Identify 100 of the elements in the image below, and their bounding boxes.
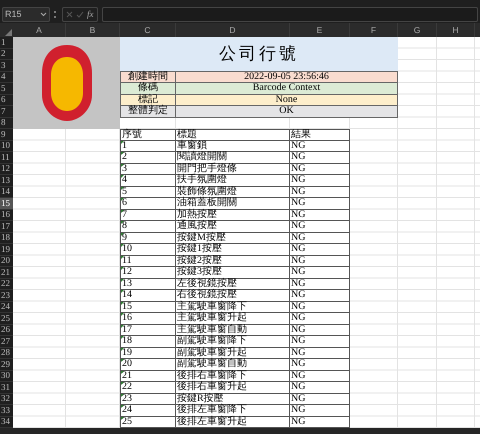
table-cell: 開門把手燈條 xyxy=(176,164,290,175)
table-cell: NG xyxy=(290,382,350,394)
table-cell: NG xyxy=(290,186,350,198)
table-cell: NG xyxy=(290,324,350,336)
row-header[interactable]: 2 xyxy=(0,48,13,60)
table-cell: 通風按壓 xyxy=(176,221,290,232)
table-cell: 12 xyxy=(120,267,176,278)
row-header[interactable]: 21 xyxy=(0,267,13,278)
table-cell: NG xyxy=(290,152,350,164)
row-header[interactable]: 27 xyxy=(0,336,13,348)
info-value: 2022-09-05 23:56:46 xyxy=(176,72,398,83)
table-cell: 副駕駛車窗自動 xyxy=(176,359,290,370)
table-cell: NG xyxy=(290,164,350,175)
row-header[interactable]: 29 xyxy=(0,359,13,370)
table-cell: NG xyxy=(290,221,350,232)
table-cell: 後排左車窗降下 xyxy=(176,405,290,416)
column-heading: 結果 xyxy=(290,129,350,140)
row-header[interactable]: 15 xyxy=(0,198,13,210)
column-heading: 標題 xyxy=(176,129,290,140)
table-cell: 裝飾條氛圍燈 xyxy=(176,186,290,198)
table-cell: 13 xyxy=(120,278,176,290)
table-cell: 右後視鏡按壓 xyxy=(176,290,290,302)
row-header[interactable]: 9 xyxy=(0,129,13,140)
row-header[interactable]: 14 xyxy=(0,186,13,198)
row-header[interactable]: 10 xyxy=(0,140,13,152)
row-header[interactable]: 3 xyxy=(0,60,13,72)
table-cell: 8 xyxy=(120,221,176,232)
table-cell: 9 xyxy=(120,232,176,244)
row-header[interactable]: 33 xyxy=(0,405,13,416)
table-cell: 23 xyxy=(120,394,176,405)
insert-function-button[interactable]: fx xyxy=(87,9,94,19)
row-header[interactable]: 13 xyxy=(0,175,13,186)
table-cell: 副駕駛車窗降下 xyxy=(176,336,290,348)
table-cell: 副駕駛車窗升起 xyxy=(176,348,290,359)
row-header[interactable]: 34 xyxy=(0,416,13,428)
cancel-icon[interactable] xyxy=(66,10,73,18)
table-cell: NG xyxy=(290,359,350,370)
row-header[interactable]: 25 xyxy=(0,313,13,324)
table-cell: 18 xyxy=(120,336,176,348)
table-cell: NG xyxy=(290,370,350,382)
info-value: None xyxy=(176,94,398,106)
row-header[interactable]: 5 xyxy=(0,83,13,94)
row-header[interactable]: 26 xyxy=(0,324,13,336)
table-cell: 11 xyxy=(120,256,176,267)
table-cell: NG xyxy=(290,394,350,405)
info-value: Barcode Context xyxy=(176,83,398,94)
table-cell: NG xyxy=(290,302,350,313)
table-cell: 主駕駛車窗降下 xyxy=(176,302,290,313)
table-cell: 6 xyxy=(120,198,176,210)
formula-input[interactable] xyxy=(102,6,478,22)
table-cell: 17 xyxy=(120,324,176,336)
table-cell: NG xyxy=(290,175,350,186)
table-cell: NG xyxy=(290,210,350,221)
info-label: 條碼 xyxy=(120,83,176,94)
table-cell: 2 xyxy=(120,152,176,164)
table-cell: 5 xyxy=(120,186,176,198)
table-cell: 21 xyxy=(120,370,176,382)
table-cell: 按鍵3按壓 xyxy=(176,267,290,278)
row-header[interactable]: 12 xyxy=(0,164,13,175)
table-cell: 按鍵M按壓 xyxy=(176,232,290,244)
info-label: 創建時間 xyxy=(120,72,176,83)
table-cell: 19 xyxy=(120,348,176,359)
table-cell: 14 xyxy=(120,290,176,302)
table-cell: 25 xyxy=(120,416,176,428)
row-header[interactable]: 17 xyxy=(0,221,13,232)
table-cell: 按鍵R按壓 xyxy=(176,394,290,405)
table-cell: 左後視鏡按壓 xyxy=(176,278,290,290)
name-box[interactable]: R15 xyxy=(2,6,50,22)
row-header[interactable]: 11 xyxy=(0,152,13,164)
row-header[interactable]: 1 xyxy=(0,37,13,48)
info-value: OK xyxy=(176,106,398,118)
column-heading: 序號 xyxy=(120,129,176,140)
row-header[interactable]: 6 xyxy=(0,94,13,106)
row-header[interactable]: 30 xyxy=(0,370,13,382)
row-header[interactable]: 4 xyxy=(0,72,13,83)
table-cell: 油箱蓋板開關 xyxy=(176,198,290,210)
row-header[interactable]: 18 xyxy=(0,232,13,244)
row-header[interactable]: 7 xyxy=(0,106,13,118)
row-header[interactable]: 16 xyxy=(0,210,13,221)
sheet-title: 公司行號 xyxy=(120,37,398,72)
row-header[interactable]: 24 xyxy=(0,302,13,313)
table-cell: 15 xyxy=(120,302,176,313)
table-cell: NG xyxy=(290,348,350,359)
table-cell: NG xyxy=(290,336,350,348)
row-header[interactable]: 28 xyxy=(0,348,13,359)
table-cell: NG xyxy=(290,232,350,244)
caret-icon xyxy=(40,12,47,16)
table-cell: NG xyxy=(290,405,350,416)
row-header[interactable]: 31 xyxy=(0,382,13,394)
table-cell: 3 xyxy=(120,164,176,175)
row-header[interactable]: 8 xyxy=(0,118,13,129)
row-header[interactable]: 22 xyxy=(0,278,13,290)
table-cell: 20 xyxy=(120,359,176,370)
row-header[interactable]: 19 xyxy=(0,244,13,256)
row-header[interactable]: 20 xyxy=(0,256,13,267)
check-icon[interactable] xyxy=(76,10,84,18)
table-cell: 4 xyxy=(120,175,176,186)
row-header[interactable]: 32 xyxy=(0,394,13,405)
row-header[interactable]: 23 xyxy=(0,290,13,302)
table-cell: 加熱按壓 xyxy=(176,210,290,221)
